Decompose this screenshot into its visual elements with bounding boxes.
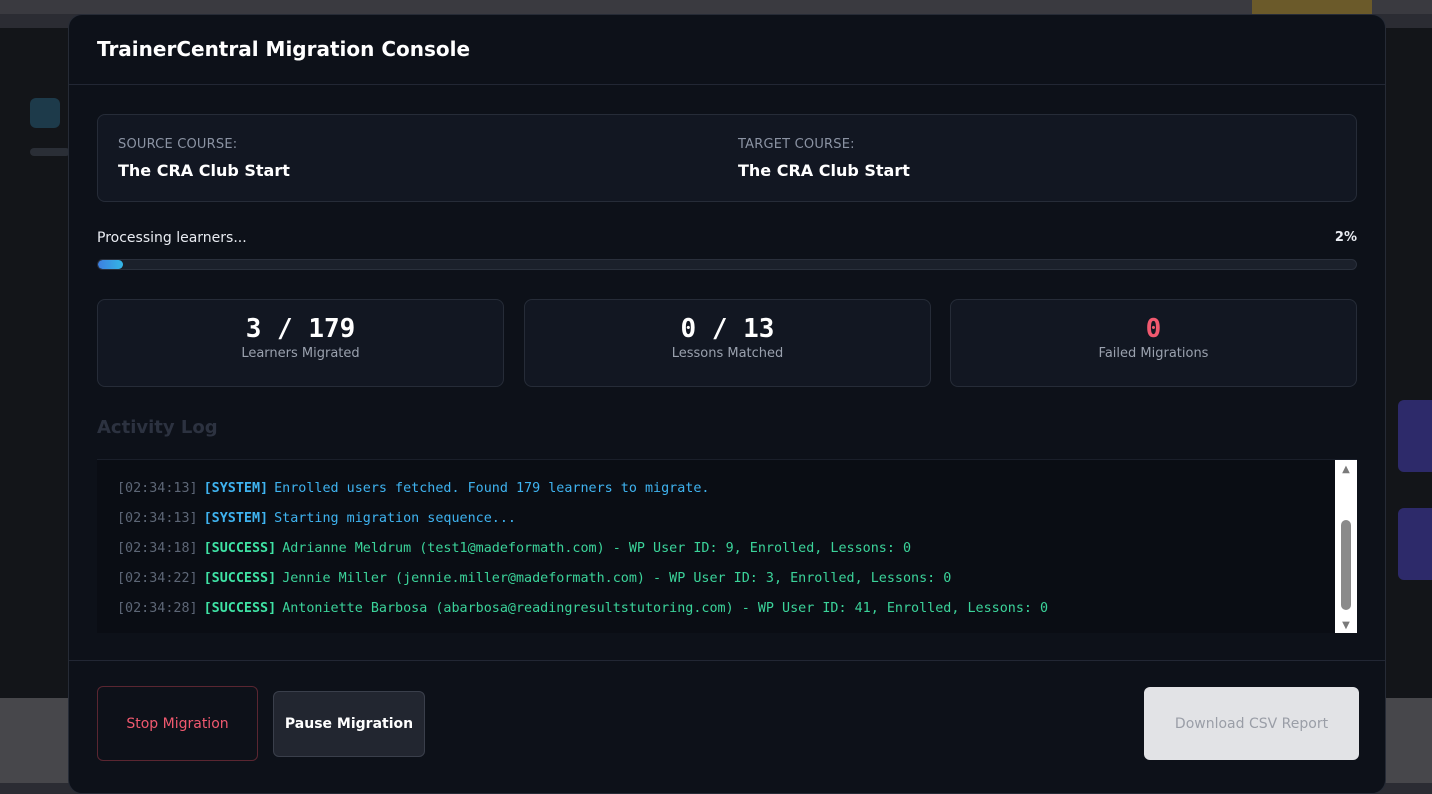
progress-fill (98, 260, 124, 269)
log-time: [02:34:13] (117, 511, 198, 526)
migration-modal: TrainerCentral Migration Console SOURCE … (68, 14, 1386, 794)
background-side-tab (1398, 400, 1432, 472)
pause-migration-button[interactable]: Pause Migration (273, 691, 425, 757)
log-time: [02:34:28] (117, 601, 198, 616)
log-tag: [SUCCESS] (203, 601, 277, 616)
activity-log-heading: Activity Log (97, 417, 218, 438)
log-time: [02:34:18] (117, 541, 198, 556)
log-message: Jennie Miller (jennie.miller@madeformath… (282, 571, 952, 586)
log-tag: [SYSTEM] (203, 481, 269, 496)
scroll-thumb[interactable] (1341, 520, 1351, 610)
log-tag: [SUCCESS] (203, 571, 277, 586)
log-entry: [02:34:18] [SUCCESS] Adrianne Meldrum (tes… (117, 534, 1048, 564)
stat-failed-migrations: 0 Failed Migrations (950, 299, 1357, 387)
source-course: SOURCE COURSE: The CRA Club Start (118, 137, 290, 180)
source-course-label: SOURCE COURSE: (118, 137, 238, 152)
stat-label: Failed Migrations (1098, 346, 1209, 361)
log-message: Adrianne Meldrum (test1@madeformath.com)… (282, 541, 912, 556)
course-info-panel: SOURCE COURSE: The CRA Club Start TARGET… (97, 114, 1357, 202)
log-lines: [02:34:13] [SYSTEM] Enrolled users fetched… (117, 460, 1048, 624)
background-placeholder-line (30, 148, 70, 156)
background-tab (1252, 0, 1372, 14)
log-tag: [SYSTEM] (203, 511, 269, 526)
log-entry: [02:34:13] [SYSTEM] Starting migration seq… (117, 504, 1048, 534)
log-message: Enrolled users fetched. Found 179 learne… (274, 481, 710, 496)
log-scrollbar[interactable]: ▲ ▼ (1335, 460, 1357, 633)
progress-label: Processing learners... (97, 230, 247, 246)
stop-migration-button[interactable]: Stop Migration (97, 686, 258, 761)
stat-label: Lessons Matched (671, 346, 784, 361)
target-course-label: TARGET COURSE: (738, 137, 855, 152)
modal-title: TrainerCentral Migration Console (97, 37, 471, 61)
log-spacer (117, 460, 1048, 474)
log-tag: [SUCCESS] (203, 541, 277, 556)
log-entry: [02:34:28] [SUCCESS] Antoniette Barbosa (a… (117, 594, 1048, 624)
stat-learners-migrated: 3 / 179 Learners Migrated (97, 299, 504, 387)
log-time: [02:34:13] (117, 481, 198, 496)
stat-value: 3 / 179 (245, 314, 356, 344)
stat-value: 0 / 13 (680, 314, 775, 344)
download-csv-button[interactable]: Download CSV Report (1144, 687, 1359, 760)
progress-bar (97, 259, 1357, 270)
background-top-bar (0, 0, 1432, 14)
stat-value: 0 (1145, 314, 1162, 344)
stat-label: Learners Migrated (241, 346, 360, 361)
progress-percent: 2% (1334, 230, 1357, 245)
modal-header: TrainerCentral Migration Console (69, 15, 1385, 85)
log-message: Antoniette Barbosa (abarbosa@readingresu… (282, 601, 1049, 616)
triangle-down-icon[interactable]: ▼ (1335, 618, 1357, 633)
log-entry: [02:34:13] [SYSTEM] Enrolled users fetched… (117, 474, 1048, 504)
log-entry: [02:34:22] [SUCCESS] Jennie Miller (jennie… (117, 564, 1048, 594)
target-course-name: The CRA Club Start (738, 161, 910, 180)
background-app-icon (30, 98, 60, 128)
stat-lessons-matched: 0 / 13 Lessons Matched (524, 299, 931, 387)
activity-log[interactable]: [02:34:13] [SYSTEM] Enrolled users fetched… (97, 459, 1357, 633)
modal-footer: Stop Migration Pause Migration Download … (69, 660, 1385, 793)
log-message: Starting migration sequence... (274, 511, 516, 526)
source-course-name: The CRA Club Start (118, 161, 290, 180)
background-side-tab (1398, 508, 1432, 580)
target-course: TARGET COURSE: The CRA Club Start (738, 137, 910, 180)
triangle-up-icon[interactable]: ▲ (1335, 462, 1357, 478)
log-time: [02:34:22] (117, 571, 198, 586)
